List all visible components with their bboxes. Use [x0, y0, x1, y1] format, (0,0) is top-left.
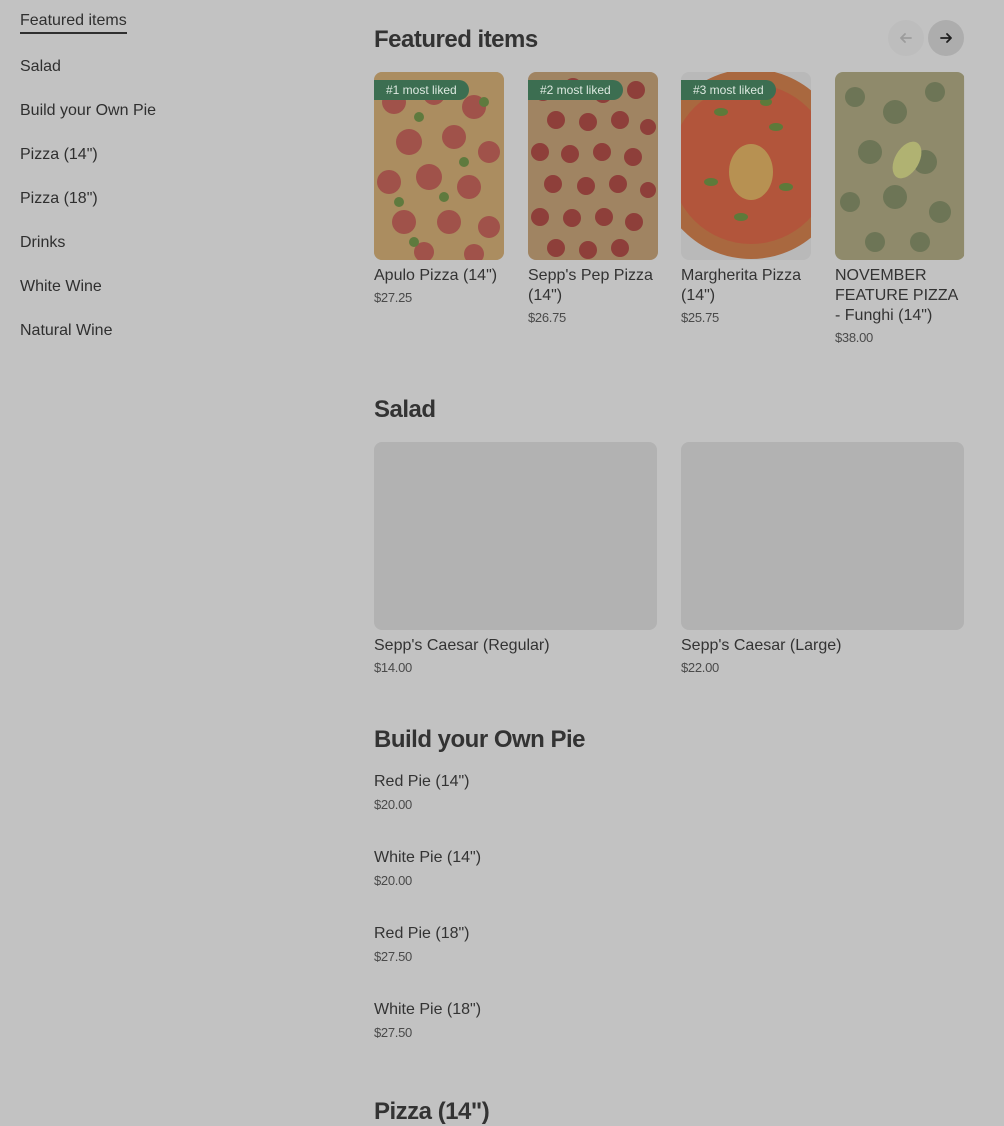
- salad-item-card[interactable]: Sepp's Caesar (Large) $22.00: [681, 442, 964, 675]
- item-price: $26.75: [528, 310, 566, 325]
- sidebar-item-build-your-own-pie[interactable]: Build your Own Pie: [20, 102, 156, 120]
- item-name: Sepp's Pep Pizza (14"): [528, 267, 653, 304]
- item-name: Margherita Pizza (14"): [681, 267, 802, 304]
- item-name: White Pie (18"): [374, 1001, 482, 1018]
- sidebar-item-white-wine[interactable]: White Wine: [20, 278, 102, 296]
- menu-list-item[interactable]: White Pie (18") $27.50: [374, 1000, 964, 1040]
- sidebar-item-salad[interactable]: Salad: [20, 58, 61, 76]
- sidebar-item-drinks[interactable]: Drinks: [20, 234, 65, 252]
- item-name: White Pie (14"): [374, 849, 482, 866]
- item-name: NOVEMBER FEATURE PIZZA - Funghi (14"): [835, 267, 958, 324]
- carousel-prev-button[interactable]: [888, 20, 924, 56]
- item-price: $25.75: [681, 310, 719, 325]
- featured-item-card[interactable]: #3 most liked Margherita Pizza (14") $25…: [681, 72, 811, 325]
- featured-item-card[interactable]: NOVEMBER FEATURE PIZZA - Funghi (14") $3…: [835, 72, 965, 345]
- menu-content: Featured items #1 most liked Apulo Pizza…: [374, 0, 965, 1125]
- sidebar-item-featured-items[interactable]: Featured items: [20, 12, 127, 34]
- item-name: Red Pie (14"): [374, 773, 470, 790]
- item-price: $14.00: [374, 660, 412, 675]
- item-photo-placeholder: [374, 442, 657, 630]
- arrow-left-icon: [900, 33, 912, 43]
- featured-item-card[interactable]: #1 most liked Apulo Pizza (14") $27.25: [374, 72, 504, 305]
- item-name: Apulo Pizza (14"): [374, 267, 498, 284]
- salad-heading: Salad: [374, 396, 436, 423]
- item-photo: #1 most liked: [374, 72, 504, 260]
- arrow-right-icon: [940, 33, 952, 43]
- build-your-own-pie-heading: Build your Own Pie: [374, 726, 586, 753]
- menu-list-item[interactable]: White Pie (14") $20.00: [374, 848, 964, 888]
- carousel-next-button[interactable]: [928, 20, 964, 56]
- item-price: $27.25: [374, 290, 412, 305]
- item-photo: #2 most liked: [528, 72, 658, 260]
- menu-list-item[interactable]: Red Pie (14") $20.00: [374, 772, 964, 812]
- menu-list-item[interactable]: Red Pie (18") $27.50: [374, 924, 964, 964]
- item-price: $22.00: [681, 660, 719, 675]
- item-photo: #3 most liked: [681, 72, 811, 260]
- salad-item-card[interactable]: Sepp's Caesar (Regular) $14.00: [374, 442, 657, 675]
- item-name: Sepp's Caesar (Regular): [374, 637, 550, 654]
- item-price: $27.50: [374, 1025, 412, 1040]
- most-liked-badge: #2 most liked: [528, 80, 623, 100]
- featured-items-heading: Featured items: [374, 26, 538, 53]
- most-liked-badge: #3 most liked: [681, 80, 776, 100]
- item-name: Sepp's Caesar (Large): [681, 637, 842, 654]
- item-price: $38.00: [835, 330, 873, 345]
- sidebar-item-pizza-14[interactable]: Pizza (14"): [20, 146, 98, 164]
- item-photo-placeholder: [681, 442, 964, 630]
- featured-item-card[interactable]: #2 most liked Sepp's Pep Pizza (14") $26…: [528, 72, 658, 325]
- item-price: $27.50: [374, 949, 412, 964]
- carousel-fade-overlay: [964, 60, 1004, 360]
- item-name: Red Pie (18"): [374, 925, 470, 942]
- item-photo: [835, 72, 965, 260]
- item-price: $20.00: [374, 797, 412, 812]
- item-price: $20.00: [374, 873, 412, 888]
- sidebar-item-natural-wine[interactable]: Natural Wine: [20, 322, 112, 340]
- pizza-14-heading: Pizza (14"): [374, 1098, 490, 1125]
- sidebar-item-pizza-18[interactable]: Pizza (18"): [20, 190, 98, 208]
- most-liked-badge: #1 most liked: [374, 80, 469, 100]
